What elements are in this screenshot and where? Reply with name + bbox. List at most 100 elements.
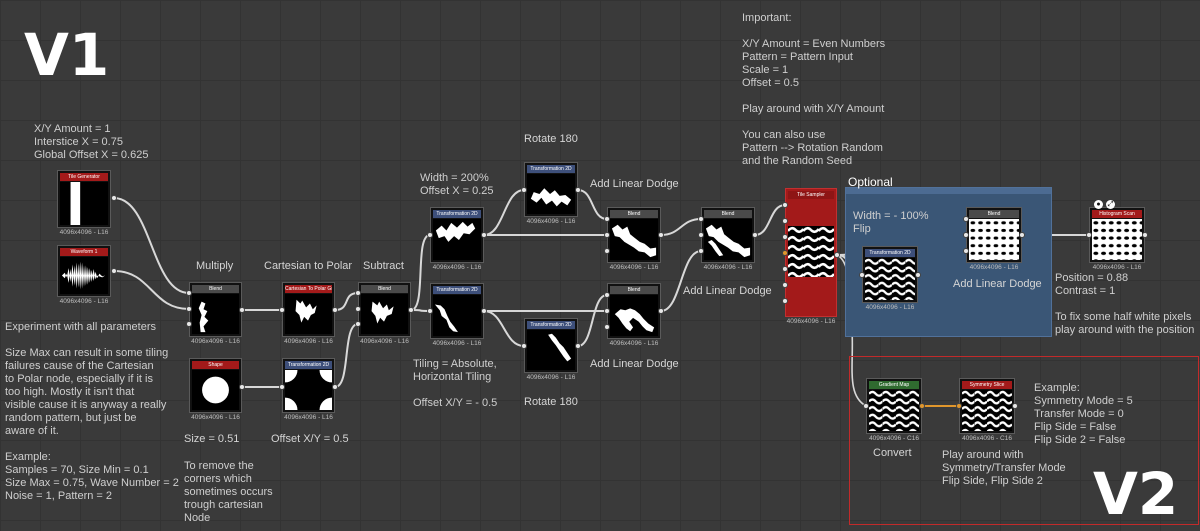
input-port[interactable] (521, 343, 527, 349)
input-port[interactable] (782, 298, 788, 304)
input-port[interactable] (355, 321, 361, 327)
blend-subtract-node[interactable]: Blend 4096x4096 - L16 (358, 282, 411, 345)
output-port[interactable] (332, 384, 338, 390)
gradient-map-node[interactable]: Gradient Map 4096x4096 - C16 (866, 378, 922, 442)
output-port[interactable] (1142, 232, 1148, 238)
output-port[interactable] (919, 403, 925, 409)
connection-wire[interactable] (577, 294, 608, 347)
example-v2-note: Example: Symmetry Mode = 5 Transfer Mode… (1034, 382, 1133, 446)
output-port[interactable] (111, 268, 117, 274)
output-port[interactable] (239, 307, 245, 313)
node-title: Transformation 2D (285, 361, 332, 369)
node-title: Tile Generator (60, 173, 108, 181)
input-port[interactable] (427, 232, 433, 238)
input-port[interactable] (186, 321, 192, 327)
expand-icon[interactable]: ⤢ (1106, 200, 1115, 209)
input-port[interactable] (956, 403, 962, 409)
input-port[interactable] (186, 290, 192, 296)
tile-sampler-node[interactable]: Tile Sampler 4096x4096 - L16 (785, 188, 837, 325)
transform-rotate-bottom-node[interactable]: Transformation 2D 4096x4096 - L16 (524, 318, 578, 381)
output-port[interactable] (111, 195, 117, 201)
waveform-node[interactable]: Waveform 1 4096x4096 - L16 (57, 245, 111, 305)
node-resolution: 4096x4096 - L16 (526, 218, 576, 225)
pin-icon[interactable]: ● (1094, 200, 1103, 209)
input-port[interactable] (604, 232, 610, 238)
blend-multiply-node[interactable]: Blend 4096x4096 - L16 (189, 282, 242, 345)
input-port[interactable] (963, 248, 969, 254)
blend-bottom-node[interactable]: Blend 4096x4096 - L16 (607, 283, 661, 347)
input-port[interactable] (427, 308, 433, 314)
input-port[interactable] (963, 216, 969, 222)
cartesian-to-polar-node[interactable]: Cartesian To Polar Gra... 4096x4096 - L1… (282, 282, 335, 345)
histogram-scan-node[interactable]: Histogram Scan 4096x4096 - L16 (1089, 207, 1145, 271)
transform-corners-node[interactable]: Transformation 2D 4096x4096 - L16 (282, 358, 335, 421)
input-port[interactable] (782, 234, 788, 240)
connection-wire[interactable] (483, 310, 525, 347)
input-port[interactable] (355, 290, 361, 296)
node-title: Histogram Scan (1092, 210, 1142, 218)
connection-wire[interactable] (113, 197, 190, 294)
output-port[interactable] (481, 232, 487, 238)
input-port[interactable] (279, 307, 285, 313)
connection-wire[interactable] (660, 218, 702, 236)
connection-wire[interactable] (577, 189, 608, 220)
output-port[interactable] (1012, 403, 1018, 409)
input-port[interactable] (604, 248, 610, 254)
input-port[interactable] (604, 308, 610, 314)
input-port[interactable] (698, 248, 704, 254)
add-linear-dodge-optional-label: Add Linear Dodge (953, 278, 1042, 290)
input-port[interactable] (355, 306, 361, 312)
add-linear-dodge-mid-label: Add Linear Dodge (683, 285, 772, 297)
output-port[interactable] (915, 272, 921, 278)
rotate-bottom-label: Rotate 180 (524, 396, 578, 408)
connection-wire[interactable] (660, 250, 702, 312)
output-port[interactable] (575, 343, 581, 349)
blend-bottom-preview (610, 295, 658, 336)
output-port[interactable] (408, 307, 414, 313)
output-port[interactable] (834, 252, 840, 258)
input-port[interactable] (963, 232, 969, 238)
node-resolution: 4096x4096 - L16 (284, 338, 333, 345)
input-port[interactable] (698, 216, 704, 222)
input-port[interactable] (782, 282, 788, 288)
blend-optional-node[interactable]: Blend 4096x4096 - L16 (966, 207, 1022, 271)
blend-top-node[interactable]: Blend 4096x4096 - L16 (607, 207, 661, 271)
input-port[interactable] (521, 187, 527, 193)
connection-wire[interactable] (334, 323, 359, 388)
output-port[interactable] (1019, 232, 1025, 238)
transform-bottom-node[interactable]: Transformation 2D 4096x4096 - L16 (430, 283, 484, 347)
input-port[interactable] (604, 324, 610, 330)
input-port[interactable] (782, 250, 788, 256)
output-port[interactable] (575, 187, 581, 193)
output-port[interactable] (239, 384, 245, 390)
connection-wire[interactable] (410, 234, 431, 311)
input-port[interactable] (186, 306, 192, 312)
symmetry-slice-preview (962, 390, 1012, 431)
shape-node[interactable]: Shape 4096x4096 - L16 (189, 358, 242, 421)
graph-canvas[interactable]: Optional V1 V2 X/Y Amount = 1 Interstice… (0, 0, 1200, 531)
output-port[interactable] (658, 232, 664, 238)
input-port[interactable] (1086, 232, 1092, 238)
transform-rotate-top-preview (527, 174, 575, 214)
transform-top-node[interactable]: Transformation 2D 4096x4096 - L16 (430, 207, 484, 271)
input-port[interactable] (782, 202, 788, 208)
input-port[interactable] (863, 403, 869, 409)
input-port[interactable] (698, 232, 704, 238)
input-port[interactable] (604, 216, 610, 222)
symmetry-slice-node[interactable]: Symmetry Slice 4096x4096 - C16 (959, 378, 1015, 442)
input-port[interactable] (279, 384, 285, 390)
connection-wire[interactable] (754, 204, 786, 236)
transform-optional-node[interactable]: Transformation 2D 4096x4096 - L16 (862, 246, 918, 311)
output-port[interactable] (332, 307, 338, 313)
input-port[interactable] (859, 272, 865, 278)
input-port[interactable] (604, 292, 610, 298)
tile-generator-node[interactable]: Tile Generator 4096x4096 - L16 (57, 170, 111, 236)
output-port[interactable] (752, 232, 758, 238)
output-port[interactable] (658, 308, 664, 314)
input-port[interactable] (782, 218, 788, 224)
input-port[interactable] (782, 266, 788, 272)
output-port[interactable] (481, 308, 487, 314)
blend-mid-node[interactable]: Blend 4096x4096 - L16 (701, 207, 755, 271)
transform-rotate-top-node[interactable]: Transformation 2D 4096x4096 - L16 (524, 162, 578, 225)
tile-params-note: X/Y Amount = 1 Interstice X = 0.75 Globa… (34, 123, 149, 161)
